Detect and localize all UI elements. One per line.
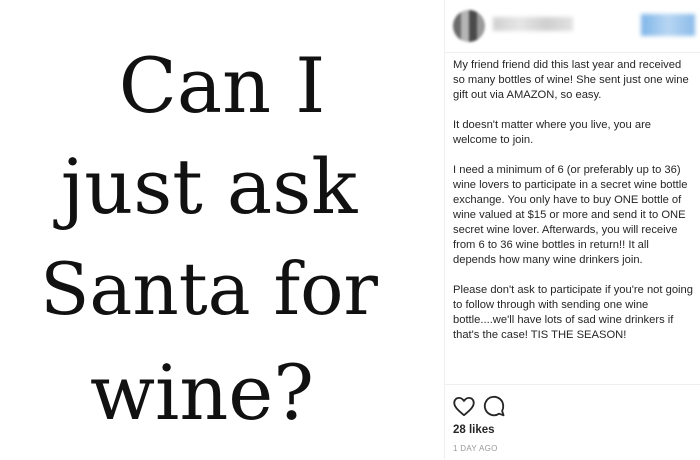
post-caption: My friend friend did this last year and … [453,58,693,358]
caption-paragraph-1: My friend friend did this last year and … [453,59,689,101]
caption-paragraph-2: It doesn't matter where you live, you ar… [453,119,652,146]
comment-icon[interactable] [481,393,507,419]
image-text-line-1: Can I [118,41,326,130]
image-text-line-3: Santa for [40,247,378,331]
post-actions: 28 likes 1 DAY AGO [445,384,700,460]
instagram-post: Can I just ask Santa for wine? My friend… [0,0,700,459]
like-count[interactable]: 28 likes [453,424,495,436]
heart-icon[interactable] [451,393,477,419]
follow-button-redacted[interactable] [641,14,695,36]
post-timestamp[interactable]: 1 DAY AGO [453,444,498,453]
username-redacted[interactable] [493,17,573,31]
avatar[interactable] [453,10,485,42]
post-sidebar: My friend friend did this last year and … [445,0,700,459]
image-text-line-4: wine? [89,348,315,437]
post-image[interactable]: Can I just ask Santa for wine? [0,0,445,459]
caption-paragraph-4: Please don't ask to participate if you'r… [453,284,693,341]
post-header [445,0,700,53]
image-text-line-2: just ask [60,142,358,231]
caption-paragraph-3: I need a minimum of 6 (or preferably up … [453,164,688,266]
